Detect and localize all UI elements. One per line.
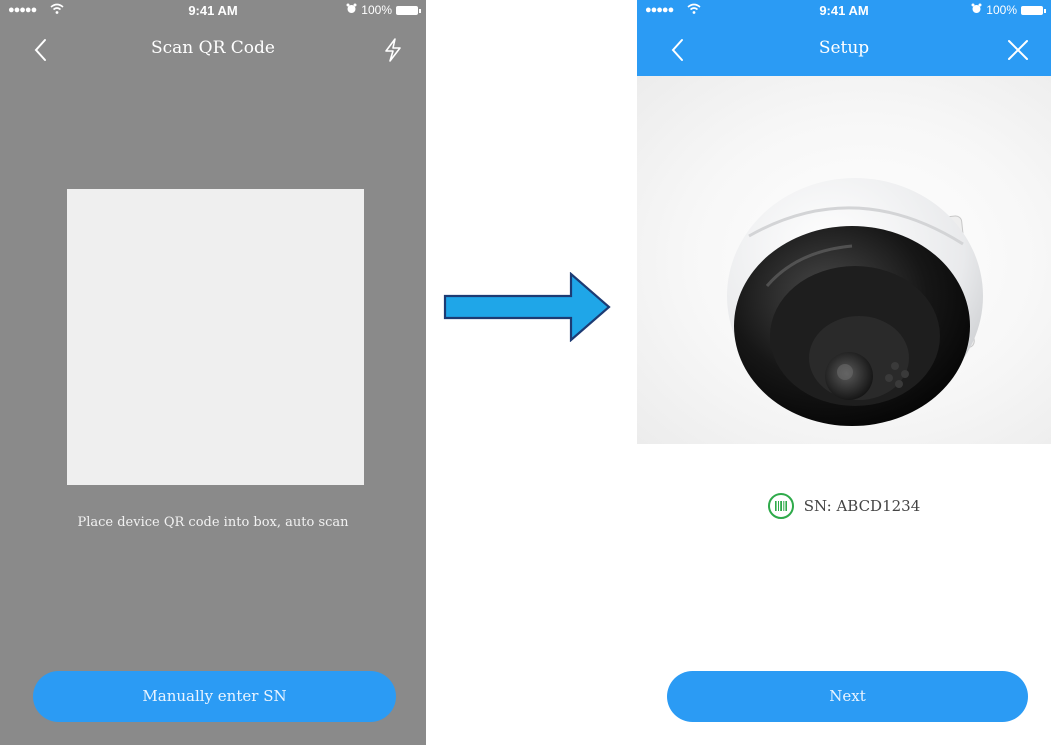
battery-status: 100% xyxy=(346,3,421,17)
flow-arrow xyxy=(443,272,611,342)
page-title: Scan QR Code xyxy=(151,38,275,58)
battery-status: 100% xyxy=(971,3,1046,17)
page-title: Setup xyxy=(818,38,870,58)
status-bar: ●●●●● 9:41 AM 100% xyxy=(637,0,1051,22)
scan-qr-screen: ●●●●● 9:41 AM 100% Scan QR Code Place de… xyxy=(0,0,426,745)
serial-number-row: SN: ABCD1234 xyxy=(637,489,1051,523)
battery-icon xyxy=(396,5,421,15)
setup-screen: ●●●●● 9:41 AM 100% Setup SN: ABCD1234 Ne… xyxy=(637,0,1051,745)
manual-enter-sn-button[interactable]: Manually enter SN xyxy=(33,671,396,722)
next-button[interactable]: Next xyxy=(667,671,1028,722)
qr-scan-box xyxy=(67,189,364,485)
nav-bar: Setup xyxy=(637,22,1051,76)
battery-percent: 100% xyxy=(361,3,392,17)
nav-bar: Scan QR Code xyxy=(0,22,426,76)
barcode-icon xyxy=(767,493,794,519)
status-bar: ●●●●● 9:41 AM 100% xyxy=(0,0,426,22)
scan-hint: Place device QR code into box, auto scan xyxy=(77,515,349,530)
alarm-icon xyxy=(346,3,357,17)
alarm-icon xyxy=(971,3,982,17)
battery-icon xyxy=(1021,5,1046,15)
dome-camera-illustration xyxy=(727,178,983,426)
flash-icon[interactable] xyxy=(380,36,406,64)
close-icon[interactable] xyxy=(1005,36,1031,64)
serial-number-text: SN: ABCD1234 xyxy=(803,497,921,515)
battery-percent: 100% xyxy=(986,3,1017,17)
device-image xyxy=(637,76,1051,444)
